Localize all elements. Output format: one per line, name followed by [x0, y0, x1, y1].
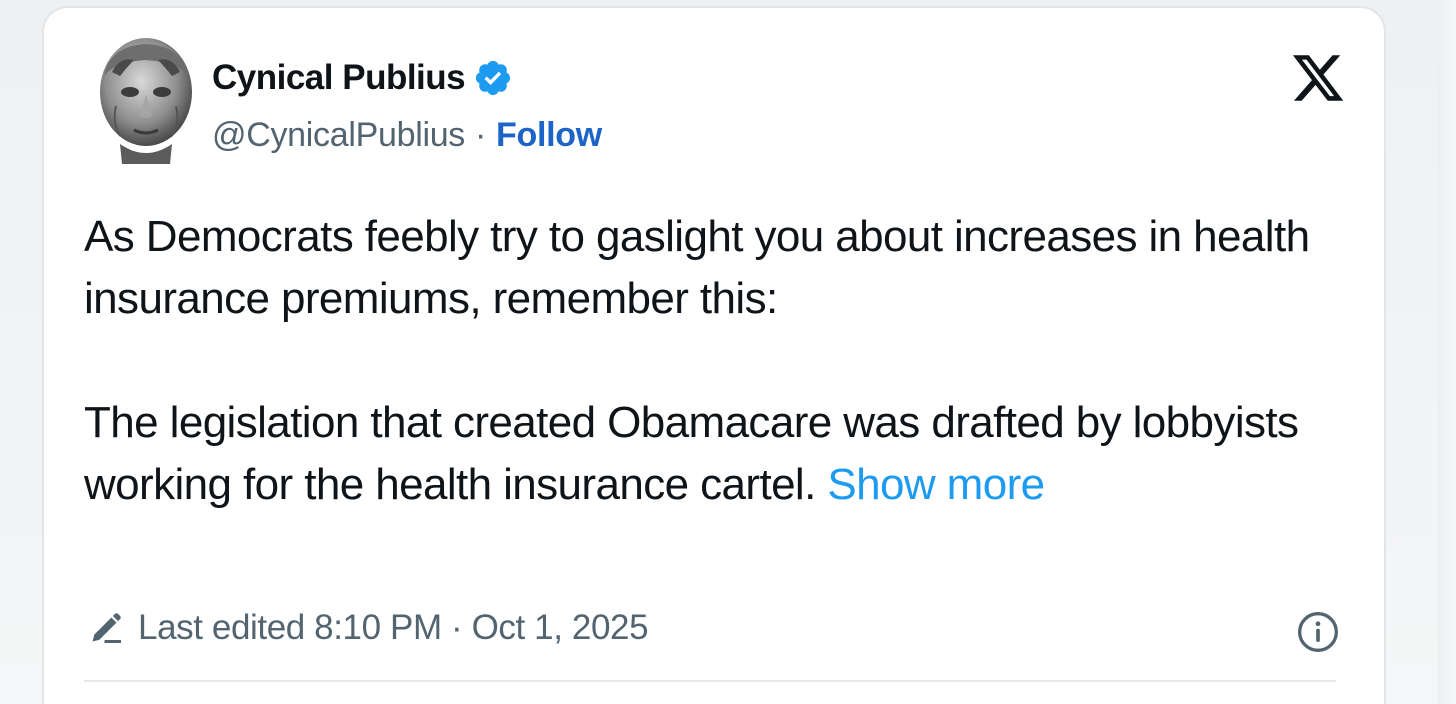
author-avatar[interactable] [90, 36, 202, 166]
author-name-row: Cynical Publius [212, 58, 513, 98]
classical-bust-avatar-icon [100, 38, 192, 164]
page-edge [1438, 0, 1456, 704]
divider [84, 680, 1336, 682]
tweet-paragraph-2-text: The legislation that created Obamacare w… [84, 398, 1299, 509]
tweet-paragraph-1: As Democrats feebly try to gaslight you … [84, 212, 1310, 323]
pencil-edit-icon [88, 610, 124, 646]
x-logo-icon[interactable] [1290, 50, 1346, 106]
author-handle[interactable]: @CynicalPublius [212, 116, 465, 155]
show-more-link[interactable]: Show more [827, 460, 1045, 509]
separator-dot: · [475, 116, 487, 154]
author-handle-row: @CynicalPublius · Follow [212, 116, 602, 155]
page: Cynical Publius @CynicalPublius · Follow… [0, 0, 1456, 704]
tweet-paragraph-2: The legislation that created Obamacare w… [84, 392, 1334, 516]
follow-button[interactable]: Follow [496, 116, 602, 155]
tweet-card: Cynical Publius @CynicalPublius · Follow… [42, 6, 1386, 704]
verified-badge-icon [473, 58, 513, 98]
author-display-name[interactable]: Cynical Publius [212, 58, 466, 98]
edited-timestamp[interactable]: Last edited 8:10 PM · Oct 1, 2025 [138, 608, 649, 648]
info-icon[interactable] [1296, 610, 1340, 654]
edited-meta-row: Last edited 8:10 PM · Oct 1, 2025 [88, 608, 649, 648]
tweet-body: As Democrats feebly try to gaslight you … [84, 206, 1334, 516]
